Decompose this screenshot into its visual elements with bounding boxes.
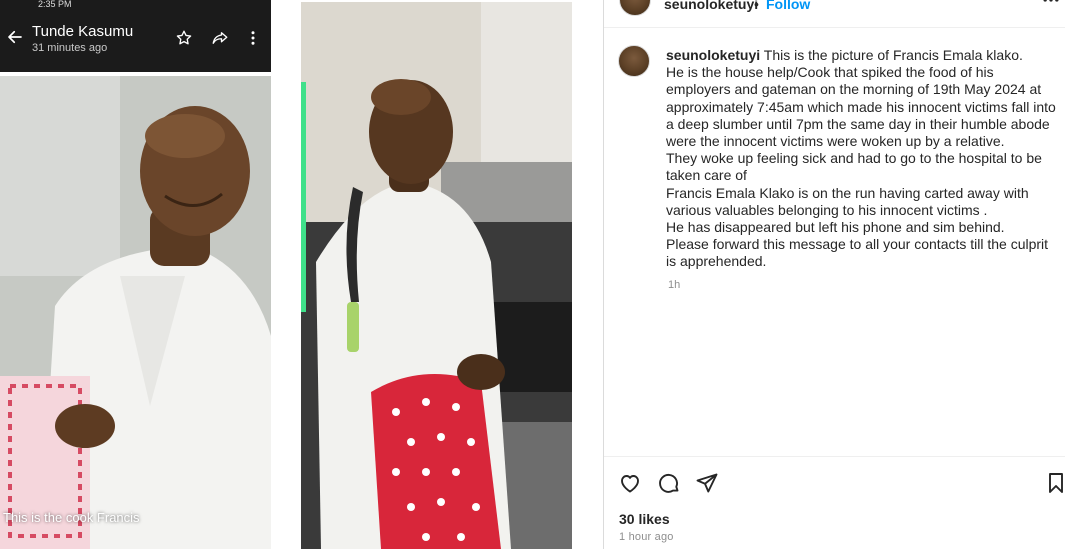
phone-status-bar: 2:35 PM: [0, 0, 271, 10]
heart-icon[interactable]: [618, 471, 642, 495]
cook-portrait-left: [0, 76, 271, 549]
more-horizontal-icon[interactable]: [1041, 0, 1061, 8]
send-icon[interactable]: [695, 471, 719, 495]
cook-photo-left: This is the cook Francis: [0, 76, 271, 549]
bookmark-icon[interactable]: [1044, 471, 1065, 495]
comment-icon[interactable]: [657, 471, 681, 495]
forward-icon: [212, 32, 228, 44]
caption-username[interactable]: seunoloketuyi: [666, 47, 760, 63]
sent-time: 31 minutes ago: [32, 42, 108, 54]
arrow-left-icon: [8, 30, 22, 44]
caption-text-3: They woke up feeling sick and had to go …: [666, 150, 1042, 184]
follow-button[interactable]: Follow: [766, 0, 810, 12]
phone-app-bar: Tunde Kasumu 31 minutes ago: [0, 10, 271, 72]
avatar[interactable]: [619, 0, 651, 16]
caption-text-5: He has disappeared but left his phone an…: [666, 219, 1005, 236]
more-vertical-icon: [251, 31, 255, 45]
post-side-panel: seunoloketuyi • Follow seunoloketuyi Thi…: [603, 0, 1065, 549]
star-icon: [176, 30, 192, 45]
post-timestamp[interactable]: 1 hour ago: [619, 531, 674, 543]
post-media[interactable]: 2:35 PM Tunde Kasumu 31 minutes ago This…: [0, 0, 602, 549]
header-separator: •: [754, 0, 759, 12]
post-caption: seunoloketuyi This is the picture of Fra…: [666, 47, 1058, 271]
forwarded-screenshot: 2:35 PM Tunde Kasumu 31 minutes ago This…: [0, 0, 271, 549]
likes-count[interactable]: 30 likes: [619, 511, 670, 527]
caption-text-2: He is the house help/Cook that spiked th…: [666, 64, 1056, 150]
caption-text-6: Please forward this message to all your …: [666, 236, 1049, 270]
caption-timestamp[interactable]: 1h: [668, 279, 680, 291]
post-actions: 30 likes 1 hour ago: [604, 456, 1065, 549]
cook-photo-right: [301, 2, 572, 549]
caption-text-4: Francis Emala Klako is on the run having…: [666, 184, 1029, 218]
cook-kitchen-photo: [301, 2, 572, 549]
caption-line: seunoloketuyi This is the picture of Fra…: [666, 47, 1058, 64]
post-header: seunoloketuyi • Follow: [604, 0, 1065, 28]
photo-caption: This is the cook Francis: [3, 510, 140, 525]
sender-name: Tunde Kasumu: [32, 23, 134, 40]
post-username[interactable]: seunoloketuyi: [664, 0, 758, 12]
phone-status-time: 2:35 PM: [38, 0, 72, 9]
caption-avatar[interactable]: [618, 45, 650, 77]
caption-text-1: This is the picture of Francis Emala kla…: [763, 47, 1023, 63]
